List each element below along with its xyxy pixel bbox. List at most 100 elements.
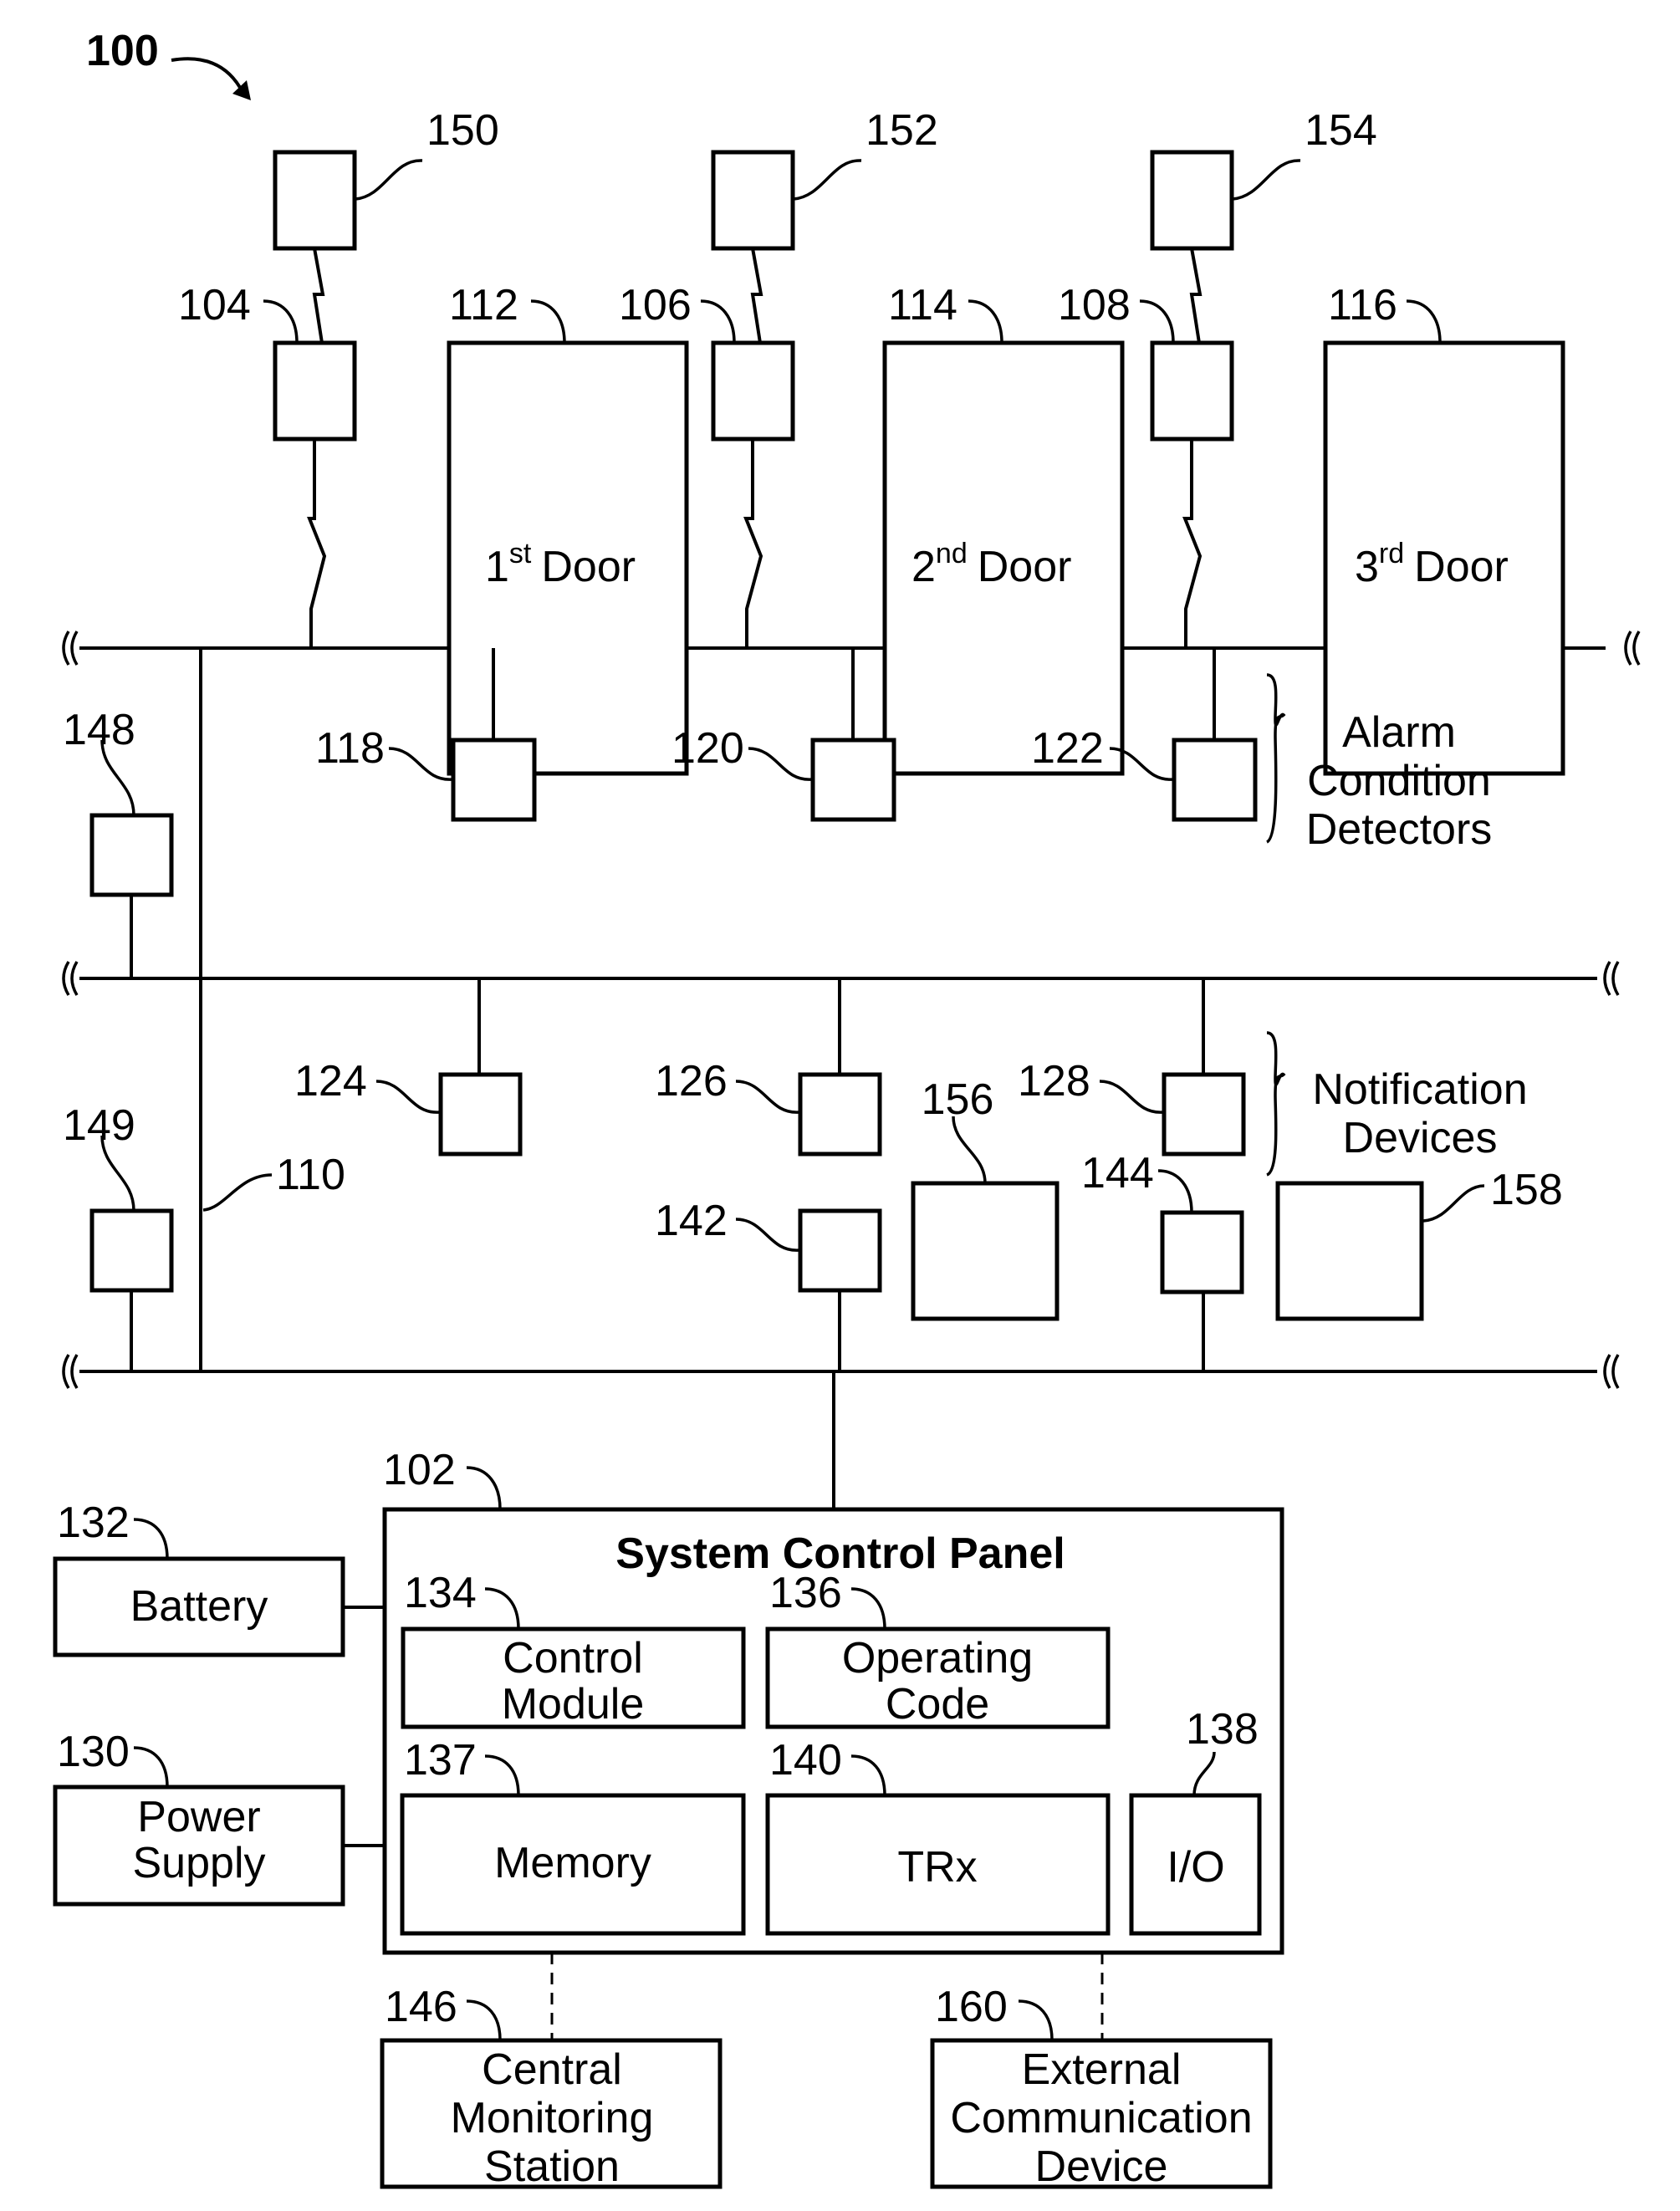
controller-106-leader	[700, 299, 736, 344]
device-142-ref: 142	[655, 1197, 728, 1245]
device-158	[1275, 1181, 1424, 1321]
battery-leader	[133, 1518, 169, 1560]
device-158-leader	[1422, 1184, 1485, 1223]
detectors-group-label-line2: Condition	[1307, 757, 1491, 805]
device-142-leader	[735, 1218, 800, 1252]
panel-ref: 102	[383, 1446, 456, 1494]
notification-126	[798, 1072, 882, 1157]
central-monitoring-label-line1: Central	[482, 2045, 622, 2094]
bus-ref: 110	[276, 1151, 345, 1199]
controller-108-leader	[1139, 299, 1175, 344]
figure-arrow	[171, 57, 244, 93]
door-1-ref: 112	[449, 281, 518, 329]
controller-106-ref: 106	[619, 281, 692, 329]
operating-code-label-line1: Operating	[842, 1634, 1033, 1683]
io-ref: 138	[1186, 1705, 1259, 1754]
battery-ref: 132	[57, 1499, 130, 1547]
door-3-leader	[1406, 299, 1442, 344]
detector-120	[810, 738, 896, 822]
break-mark-left-bottom	[62, 1354, 79, 1389]
operating-code-ref: 136	[769, 1569, 842, 1617]
door-3-ref: 116	[1328, 281, 1397, 329]
reader-150-ref: 150	[426, 106, 499, 155]
control-module-label-line1: Control	[503, 1634, 643, 1683]
control-module-label-line2: Module	[502, 1680, 645, 1728]
detectors-group-label-line1: Alarm	[1342, 708, 1456, 757]
io-label: I/O	[1167, 1843, 1224, 1892]
notification-128-leader	[1099, 1080, 1164, 1114]
external-comm-ref: 160	[935, 1983, 1008, 2031]
notification-126-ref: 126	[655, 1057, 728, 1106]
external-comm-label-line2: Communication	[950, 2094, 1252, 2142]
device-142	[798, 1208, 882, 1293]
operating-code-label-line2: Code	[886, 1680, 989, 1728]
detector-122	[1172, 738, 1258, 822]
door-2-ref: 114	[888, 281, 957, 329]
side-device-148-ref: 148	[63, 706, 135, 754]
controller-104-ref: 104	[178, 281, 251, 329]
door-controller-104	[273, 340, 357, 442]
detector-122-ref: 122	[1031, 724, 1104, 773]
side-device-149-ref: 149	[63, 1101, 135, 1150]
notification-124	[438, 1072, 523, 1157]
side-device-149	[89, 1208, 174, 1293]
power-supply-label-line2: Supply	[133, 1839, 266, 1887]
door-2-leader	[968, 299, 1003, 344]
detector-118-ref: 118	[315, 724, 385, 773]
notification-group-label-line2: Devices	[1343, 1114, 1498, 1162]
notification-group-label-line1: Notification	[1312, 1065, 1527, 1114]
door-3-label: 3rd Door	[1355, 538, 1509, 591]
central-monitoring-label-line3: Station	[484, 2142, 620, 2191]
device-144-leader	[1157, 1169, 1193, 1213]
detectors-group-label-line3: Detectors	[1306, 805, 1493, 854]
battery-label: Battery	[130, 1582, 268, 1631]
device-156	[911, 1181, 1060, 1321]
controller-104-leader	[263, 299, 299, 344]
control-module-ref: 134	[404, 1569, 477, 1617]
wireless-link-152	[750, 248, 763, 344]
external-comm-leader	[1018, 1999, 1054, 2041]
wireless-link-154	[1189, 248, 1203, 344]
wireless-link-108	[1182, 439, 1203, 648]
memory-label: Memory	[494, 1839, 651, 1887]
power-supply-leader	[133, 1746, 169, 1788]
central-monitoring-leader	[466, 1999, 502, 2041]
device-158-ref: 158	[1490, 1166, 1563, 1214]
break-mark-right-top	[1624, 631, 1641, 666]
door-1-label: 1st Door	[485, 538, 636, 591]
device-144-ref: 144	[1081, 1149, 1154, 1197]
detectors-brace	[1265, 673, 1286, 844]
wireless-link-104	[307, 439, 327, 648]
security-system-diagram: 100 110 150 104 112 1st Door 152 106 114 …	[53, 27, 1641, 2191]
break-mark-left-middle	[62, 961, 79, 996]
break-mark-right-middle	[1603, 961, 1620, 996]
notification-128-ref: 128	[1018, 1057, 1090, 1106]
reader-152-ref: 152	[866, 106, 938, 155]
device-144	[1160, 1210, 1244, 1294]
notification-126-leader	[735, 1080, 800, 1114]
detector-118-leader	[388, 747, 453, 781]
detector-120-ref: 120	[671, 724, 744, 773]
reader-154-ref: 154	[1305, 106, 1377, 155]
memory-ref: 137	[404, 1736, 477, 1785]
detector-120-leader	[748, 747, 813, 781]
door-controller-108	[1150, 340, 1234, 442]
device-156-ref: 156	[922, 1075, 994, 1124]
door-controller-106	[711, 340, 795, 442]
central-monitoring-ref: 146	[385, 1983, 457, 2031]
device-156-leader	[952, 1116, 987, 1184]
external-comm-label-line3: Device	[1035, 2142, 1168, 2191]
figure-ref: 100	[86, 27, 159, 75]
notification-128	[1162, 1072, 1246, 1157]
power-supply-ref: 130	[57, 1728, 130, 1776]
panel-leader	[466, 1466, 502, 1510]
reader-154-leader	[1232, 159, 1301, 201]
power-supply-label-line1: Power	[137, 1793, 260, 1841]
central-monitoring-label-line2: Monitoring	[451, 2094, 654, 2142]
bus-leader	[202, 1173, 273, 1212]
transceiver-ref: 140	[769, 1736, 842, 1785]
door-reader-150	[273, 150, 357, 251]
external-comm-label-line1: External	[1022, 2045, 1182, 2094]
break-mark-right-bottom	[1603, 1354, 1620, 1389]
door-reader-154	[1150, 150, 1234, 251]
